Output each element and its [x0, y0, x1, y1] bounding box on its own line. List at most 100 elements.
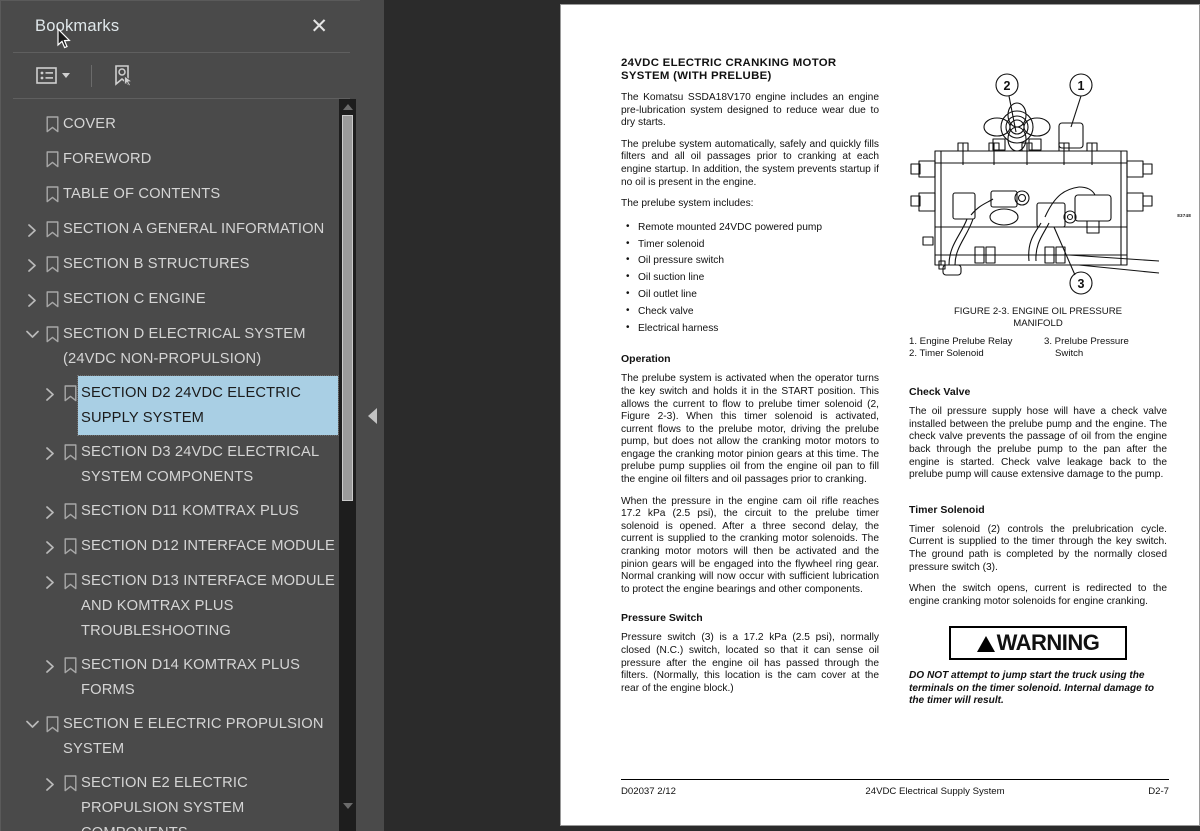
bookmark-label: SECTION D2 24VDC ELECTRIC SUPPLY SYSTEM: [77, 375, 339, 436]
scrollbar-thumb[interactable]: [342, 115, 353, 501]
bookmarks-toolbar: [13, 53, 350, 99]
bookmark-item[interactable]: SECTION D11 KOMTRAX PLUS: [1, 494, 360, 529]
find-current-bookmark-button[interactable]: [110, 62, 136, 90]
bookmark-label: SECTION A GENERAL INFORMATION: [63, 221, 325, 237]
list-item: Oil outlet line: [621, 286, 879, 304]
twisty-spacer: [23, 142, 41, 154]
bookmark-icon: [41, 142, 63, 168]
bookmark-label: SECTION D12 INTERFACE MODULE: [81, 538, 335, 554]
bookmark-label: SECTION D14 KOMTRAX PLUS FORMS: [81, 657, 301, 698]
bookmark-item[interactable]: FOREWORD: [1, 142, 360, 177]
page-left-column: 24VDC ELECTRIC CRANKING MOTOR SYSTEM (WI…: [621, 57, 879, 718]
svg-text:1: 1: [1078, 79, 1085, 93]
chevron-right-icon[interactable]: [41, 529, 59, 554]
chevron-down-icon: [62, 73, 70, 78]
bookmark-tree[interactable]: COVER FOREWORD TABLE OF CONTENTS SECTION A …: [1, 99, 360, 831]
bookmark-icon: [59, 529, 81, 555]
bookmark-options-button[interactable]: [33, 64, 73, 87]
bookmark-icon: [41, 177, 63, 203]
bookmark-item[interactable]: SECTION E2 ELECTRIC PROPULSION SYSTEM CO…: [1, 766, 360, 831]
page-title: 24VDC ELECTRIC CRANKING MOTOR SYSTEM (WI…: [621, 57, 837, 82]
bookmark-item[interactable]: SECTION C ENGINE: [1, 282, 360, 317]
scroll-down-arrow-icon[interactable]: [343, 803, 353, 809]
chevron-right-icon[interactable]: [23, 282, 41, 307]
bookmark-item[interactable]: SECTION D13 INTERFACE MODULE AND KOMTRAX…: [1, 564, 360, 648]
paragraph-intro-2: The prelube system automatically, safely…: [621, 138, 879, 188]
warning-text: DO NOT attempt to jump start the truck u…: [909, 670, 1155, 707]
bookmark-item[interactable]: SECTION D ELECTRICAL SYSTEM (24VDC NON-P…: [1, 317, 360, 376]
bookmarks-panel-header: Bookmarks ✕: [13, 1, 350, 53]
toolbar-divider: [91, 64, 92, 87]
panel-splitter[interactable]: [360, 0, 384, 831]
bookmark-label: SECTION E2 ELECTRIC PROPULSION SYSTEM CO…: [81, 775, 248, 831]
operation-heading: Operation: [621, 353, 671, 366]
bookmark-label: TABLE OF CONTENTS: [63, 186, 221, 202]
bookmark-label: SECTION B STRUCTURES: [63, 256, 250, 272]
bookmark-item[interactable]: SECTION B STRUCTURES: [1, 247, 360, 282]
list-options-icon: [36, 67, 57, 84]
chevron-down-icon[interactable]: [23, 317, 41, 340]
pdf-reader-window: Bookmarks ✕ COVER FOREWORD TABLE OF CONT…: [0, 0, 1200, 831]
page-right-column: 2 1 3 83748 FIGURE 2-3. ENGINE OIL PRESS…: [909, 57, 1191, 718]
bookmark-label: COVER: [63, 116, 116, 132]
bookmark-item[interactable]: SECTION D3 24VDC ELECTRICAL SYSTEM COMPO…: [1, 435, 360, 494]
chevron-down-icon[interactable]: [23, 707, 41, 730]
figure-2-3: 2 1 3 83748 FIGURE 2-3. ENGINE OIL PRESS…: [909, 65, 1191, 360]
bookmarks-scrollbar[interactable]: [339, 99, 356, 831]
paragraph-operation-2: When the pressure in the engine cam oil …: [621, 495, 879, 595]
figure-item-3: 3. Prelube Pressure: [1044, 336, 1129, 348]
chevron-right-icon[interactable]: [41, 435, 59, 460]
bookmark-icon: [59, 435, 81, 461]
footer-page-number: D2-7: [1148, 786, 1169, 797]
chevron-right-icon[interactable]: [41, 766, 59, 791]
collapse-panel-arrow-icon[interactable]: [367, 407, 377, 424]
chevron-right-icon[interactable]: [41, 494, 59, 519]
bookmark-icon: [59, 494, 81, 520]
list-item: Oil suction line: [621, 269, 879, 287]
bookmark-icon: [41, 107, 63, 133]
bookmark-icon: [41, 707, 63, 733]
bookmark-item[interactable]: COVER: [1, 107, 360, 142]
engine-oil-pressure-manifold-drawing: 2 1 3: [910, 73, 1160, 295]
paragraph-intro-3: The prelube system includes:: [621, 198, 754, 210]
figure-caption: FIGURE 2-3. ENGINE OIL PRESSURE MANIFOLD: [909, 306, 1167, 329]
bookmark-item[interactable]: SECTION E ELECTRIC PROPULSION SYSTEM: [1, 707, 360, 766]
paragraph-timer-solenoid-1: Timer solenoid (2) controls the prelubri…: [909, 523, 1167, 573]
paragraph-pressure-switch: Pressure switch (3) is a 17.2 kPa (2.5 p…: [621, 632, 879, 694]
list-item: Oil pressure switch: [621, 252, 879, 270]
bookmark-icon: [41, 282, 63, 308]
bookmark-icon: [59, 564, 81, 590]
figure-item-3-cont: Switch: [1055, 348, 1084, 360]
footer-center: 24VDC Electrical Supply System: [865, 786, 1005, 797]
close-icon[interactable]: ✕: [306, 14, 332, 39]
bookmark-item[interactable]: SECTION D12 INTERFACE MODULE: [1, 529, 360, 564]
figure-legend-left: 1. Engine Prelube Relay 2. Timer Solenoi…: [909, 336, 1038, 360]
chevron-right-icon[interactable]: [23, 212, 41, 237]
figure-caption-line2: MANIFOLD: [1013, 317, 1063, 329]
bookmark-label: SECTION D ELECTRICAL SYSTEM (24VDC NON-P…: [63, 326, 306, 367]
check-valve-heading: Check Valve: [909, 386, 971, 399]
pdf-page: 24VDC ELECTRIC CRANKING MOTOR SYSTEM (WI…: [560, 4, 1200, 826]
bookmark-label: SECTION D11 KOMTRAX PLUS: [81, 503, 299, 519]
bookmark-item[interactable]: SECTION D2 24VDC ELECTRIC SUPPLY SYSTEM: [1, 375, 360, 436]
chevron-right-icon[interactable]: [41, 376, 59, 401]
figure-item-2: 2. Timer Solenoid: [909, 348, 984, 360]
bookmark-item[interactable]: TABLE OF CONTENTS: [1, 177, 360, 212]
panel-title: Bookmarks: [35, 17, 120, 35]
svg-text:3: 3: [1078, 277, 1085, 291]
list-item: Remote mounted 24VDC powered pump: [621, 219, 879, 237]
twisty-spacer: [23, 177, 41, 189]
chevron-right-icon[interactable]: [23, 247, 41, 272]
bookmark-item[interactable]: SECTION D14 KOMTRAX PLUS FORMS: [1, 648, 360, 707]
bookmark-item[interactable]: SECTION A GENERAL INFORMATION: [1, 212, 360, 247]
pressure-switch-heading: Pressure Switch: [621, 612, 703, 625]
document-viewer[interactable]: 24VDC ELECTRIC CRANKING MOTOR SYSTEM (WI…: [384, 0, 1200, 831]
prelube-components-list: Remote mounted 24VDC powered pumpTimer s…: [621, 219, 879, 338]
bookmarks-panel: Bookmarks ✕ COVER FOREWORD TABLE OF CONT…: [0, 0, 360, 831]
chevron-right-icon[interactable]: [41, 564, 59, 589]
chevron-right-icon[interactable]: [41, 648, 59, 673]
figure-legend-right: 3. Prelube Pressure Switch: [1038, 336, 1167, 360]
scroll-up-arrow-icon[interactable]: [343, 104, 353, 110]
twisty-spacer: [23, 107, 41, 119]
warning-triangle-icon: [976, 636, 995, 653]
